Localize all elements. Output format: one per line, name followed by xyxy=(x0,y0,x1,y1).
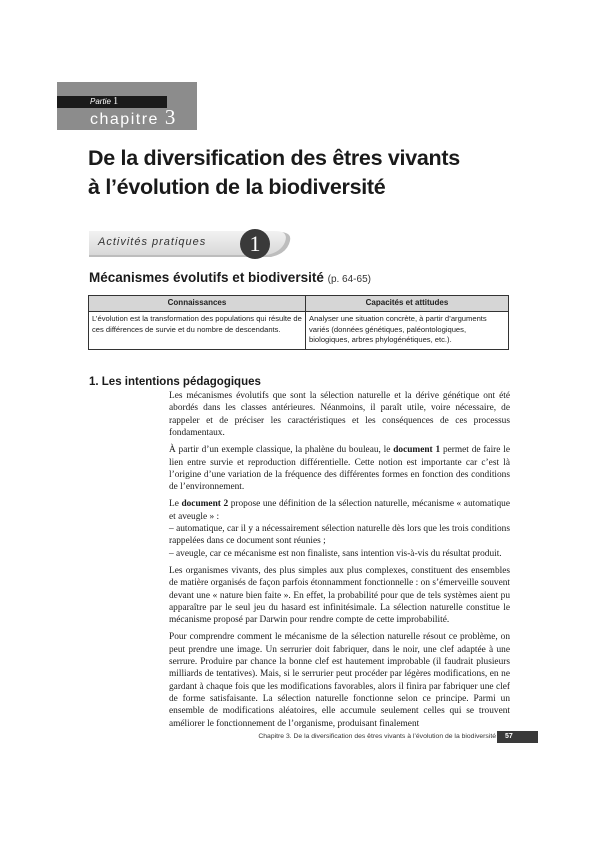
activity-badge-label: Activités pratiques xyxy=(98,236,207,248)
section-heading: Mécanismes évolutifs et biodiversité (p.… xyxy=(89,270,371,285)
partie-label-text: Partie xyxy=(90,97,111,106)
chapter-title: De la diversification des êtres vivants … xyxy=(88,144,548,202)
section-pages: (p. 64-65) xyxy=(327,274,371,285)
intentions-heading: 1. Les intentions pédagogiques xyxy=(89,376,261,388)
chapter-title-line2: à l’évolution de la biodiversité xyxy=(88,175,386,199)
chapter-label-text: chapitre xyxy=(90,111,159,128)
partie-number: 1 xyxy=(113,96,119,107)
paragraph-3-start: Le xyxy=(169,499,182,510)
body-text: Les mécanismes évolutifs que sont la sél… xyxy=(169,390,510,730)
table-cell-connaissances: L’évolution est la transformation des po… xyxy=(88,311,306,350)
paragraph-1: Les mécanismes évolutifs que sont la sél… xyxy=(169,391,510,439)
chapter-number: 3 xyxy=(164,105,176,129)
document-2-ref: document 2 xyxy=(181,499,229,510)
list-item-automatique: – automatique, car il y a nécessairement… xyxy=(169,524,510,547)
competencies-table: Connaissances Capacités et attitudes L’é… xyxy=(88,295,509,350)
running-footer: Chapitre 3. De la diversification des êt… xyxy=(258,733,496,740)
table-row: L’évolution est la transformation des po… xyxy=(88,311,509,350)
paragraph-7: Pour comprendre comment le mécanisme de … xyxy=(169,632,510,729)
table-cell-capacites: Analyser une situation concrète, à parti… xyxy=(305,311,509,350)
chapter-title-line1: De la diversification des êtres vivants xyxy=(88,146,460,170)
document-1-ref: document 1 xyxy=(393,445,441,456)
section-heading-text: Mécanismes évolutifs et biodiversité xyxy=(89,270,324,285)
table-header-capacites: Capacités et attitudes xyxy=(305,295,509,312)
activity-badge-number: 1 xyxy=(240,229,270,259)
paragraph-2-start: À partir d’un exemple classique, la phal… xyxy=(169,445,394,456)
paragraph-3: Le document 2 propose une définition de … xyxy=(169,498,510,523)
paragraph-2: À partir d’un exemple classique, la phal… xyxy=(169,444,510,493)
table-header-connaissances: Connaissances xyxy=(88,295,306,312)
chapter-label: chapitre 3 xyxy=(90,107,175,130)
page-number: 57 xyxy=(497,731,538,743)
paragraph-6: Les organismes vivants, des plus simples… xyxy=(169,565,510,626)
list-item-aveugle: – aveugle, car ce mécanisme est non fina… xyxy=(169,548,502,559)
